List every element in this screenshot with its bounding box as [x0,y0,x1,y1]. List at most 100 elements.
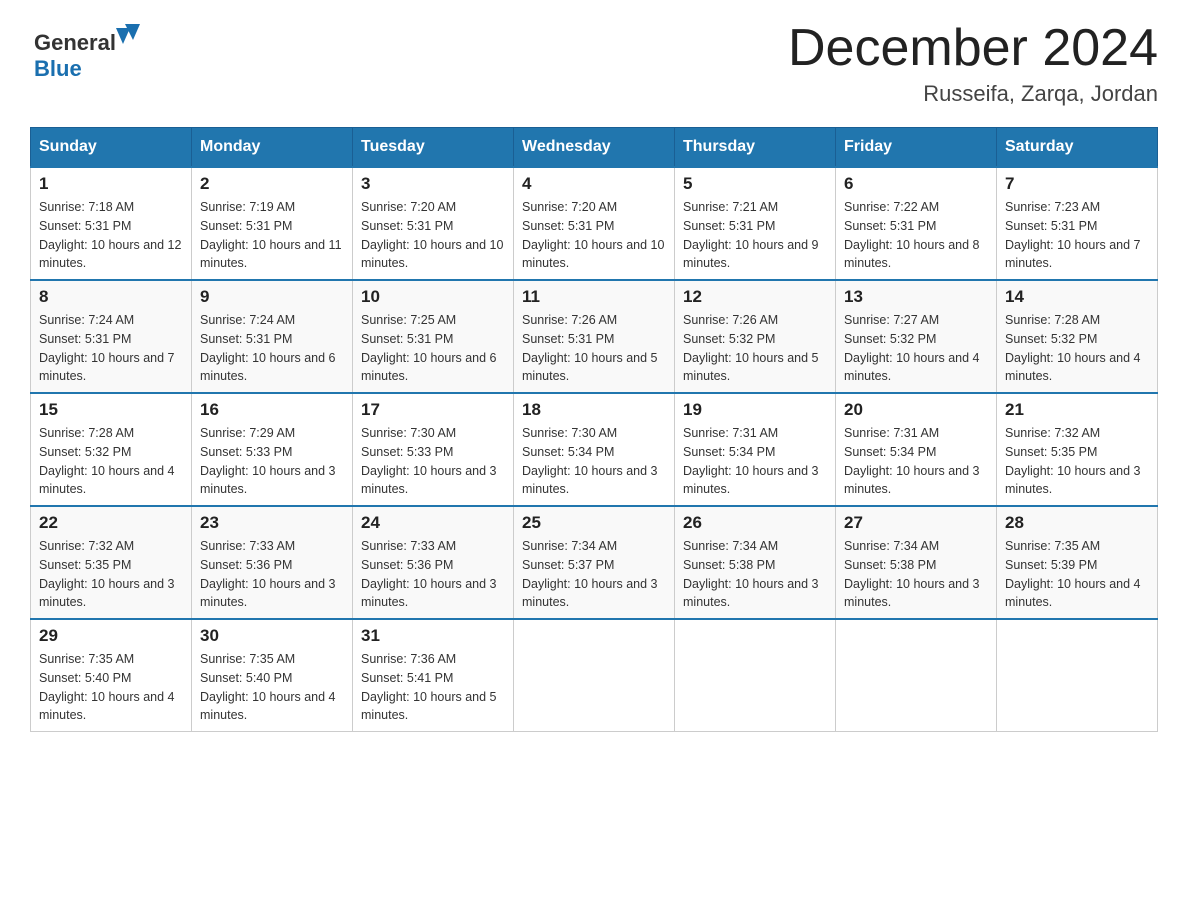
title-block: December 2024 Russeifa, Zarqa, Jordan [788,20,1158,107]
day-info: Sunrise: 7:18 AMSunset: 5:31 PMDaylight:… [39,198,183,273]
day-number: 19 [683,400,827,420]
column-header-thursday: Thursday [675,128,836,168]
calendar-cell: 25 Sunrise: 7:34 AMSunset: 5:37 PMDayligh… [514,506,675,619]
calendar-cell [514,619,675,732]
calendar-cell: 6Sunrise: 7:22 AMSunset: 5:31 PMDaylight… [836,167,997,280]
calendar-week-row: 15Sunrise: 7:28 AMSunset: 5:32 PMDayligh… [31,393,1158,506]
calendar-cell: 21 Sunrise: 7:32 AMSunset: 5:35 PMDayligh… [997,393,1158,506]
column-header-saturday: Saturday [997,128,1158,168]
day-number: 10 [361,287,505,307]
calendar-cell [675,619,836,732]
calendar-cell: 20 Sunrise: 7:31 AMSunset: 5:34 PMDayligh… [836,393,997,506]
calendar-cell: 16 Sunrise: 7:29 AMSunset: 5:33 PMDayligh… [192,393,353,506]
day-info: Sunrise: 7:22 AMSunset: 5:31 PMDaylight:… [844,198,988,273]
calendar-table: SundayMondayTuesdayWednesdayThursdayFrid… [30,127,1158,732]
calendar-cell: 17Sunrise: 7:30 AMSunset: 5:33 PMDayligh… [353,393,514,506]
day-number: 16 [200,400,344,420]
day-number: 3 [361,174,505,194]
day-number: 5 [683,174,827,194]
logo: General Blue [30,20,150,90]
day-number: 12 [683,287,827,307]
calendar-cell: 12Sunrise: 7:26 AMSunset: 5:32 PMDayligh… [675,280,836,393]
day-info: Sunrise: 7:32 AMSunset: 5:35 PMDaylight:… [1005,424,1149,499]
day-number: 13 [844,287,988,307]
day-info: Sunrise: 7:26 AMSunset: 5:31 PMDaylight:… [522,311,666,386]
svg-text:General: General [34,30,116,55]
calendar-week-row: 1Sunrise: 7:18 AMSunset: 5:31 PMDaylight… [31,167,1158,280]
day-info: Sunrise: 7:19 AMSunset: 5:31 PMDaylight:… [200,198,344,273]
day-number: 22 [39,513,183,533]
calendar-cell: 2 Sunrise: 7:19 AMSunset: 5:31 PMDaylight… [192,167,353,280]
day-number: 27 [844,513,988,533]
calendar-cell: 13 Sunrise: 7:27 AMSunset: 5:32 PMDayligh… [836,280,997,393]
column-header-sunday: Sunday [31,128,192,168]
day-info: Sunrise: 7:33 AMSunset: 5:36 PMDaylight:… [361,537,505,612]
calendar-cell: 23 Sunrise: 7:33 AMSunset: 5:36 PMDayligh… [192,506,353,619]
calendar-cell: 18Sunrise: 7:30 AMSunset: 5:34 PMDayligh… [514,393,675,506]
calendar-cell [997,619,1158,732]
day-number: 31 [361,626,505,646]
day-info: Sunrise: 7:24 AMSunset: 5:31 PMDaylight:… [200,311,344,386]
day-number: 29 [39,626,183,646]
calendar-cell: 30Sunrise: 7:35 AMSunset: 5:40 PMDayligh… [192,619,353,732]
calendar-week-row: 22Sunrise: 7:32 AMSunset: 5:35 PMDayligh… [31,506,1158,619]
day-number: 7 [1005,174,1149,194]
calendar-cell: 29 Sunrise: 7:35 AMSunset: 5:40 PMDayligh… [31,619,192,732]
day-number: 30 [200,626,344,646]
day-number: 28 [1005,513,1149,533]
column-header-wednesday: Wednesday [514,128,675,168]
svg-text:Blue: Blue [34,56,82,81]
day-info: Sunrise: 7:30 AMSunset: 5:33 PMDaylight:… [361,424,505,499]
day-number: 23 [200,513,344,533]
location-title: Russeifa, Zarqa, Jordan [788,81,1158,107]
day-number: 21 [1005,400,1149,420]
day-info: Sunrise: 7:21 AMSunset: 5:31 PMDaylight:… [683,198,827,273]
day-info: Sunrise: 7:34 AMSunset: 5:37 PMDaylight:… [522,537,666,612]
day-number: 14 [1005,287,1149,307]
calendar-cell: 28 Sunrise: 7:35 AMSunset: 5:39 PMDayligh… [997,506,1158,619]
day-info: Sunrise: 7:36 AMSunset: 5:41 PMDaylight:… [361,650,505,725]
calendar-cell: 22Sunrise: 7:32 AMSunset: 5:35 PMDayligh… [31,506,192,619]
column-header-friday: Friday [836,128,997,168]
logo-svg: General Blue [30,20,150,90]
day-number: 25 [522,513,666,533]
day-number: 24 [361,513,505,533]
calendar-cell: 31 Sunrise: 7:36 AMSunset: 5:41 PMDayligh… [353,619,514,732]
day-info: Sunrise: 7:31 AMSunset: 5:34 PMDaylight:… [844,424,988,499]
day-number: 4 [522,174,666,194]
calendar-cell: 3 Sunrise: 7:20 AMSunset: 5:31 PMDaylight… [353,167,514,280]
calendar-cell: 1Sunrise: 7:18 AMSunset: 5:31 PMDaylight… [31,167,192,280]
day-info: Sunrise: 7:20 AMSunset: 5:31 PMDaylight:… [522,198,666,273]
day-info: Sunrise: 7:33 AMSunset: 5:36 PMDaylight:… [200,537,344,612]
day-info: Sunrise: 7:35 AMSunset: 5:40 PMDaylight:… [39,650,183,725]
column-header-tuesday: Tuesday [353,128,514,168]
day-number: 11 [522,287,666,307]
calendar-week-row: 29 Sunrise: 7:35 AMSunset: 5:40 PMDayligh… [31,619,1158,732]
calendar-cell: 19Sunrise: 7:31 AMSunset: 5:34 PMDayligh… [675,393,836,506]
day-number: 20 [844,400,988,420]
calendar-cell: 4 Sunrise: 7:20 AMSunset: 5:31 PMDaylight… [514,167,675,280]
column-header-monday: Monday [192,128,353,168]
calendar-cell: 8 Sunrise: 7:24 AMSunset: 5:31 PMDaylight… [31,280,192,393]
day-info: Sunrise: 7:25 AMSunset: 5:31 PMDaylight:… [361,311,505,386]
day-info: Sunrise: 7:27 AMSunset: 5:32 PMDaylight:… [844,311,988,386]
day-number: 8 [39,287,183,307]
day-info: Sunrise: 7:29 AMSunset: 5:33 PMDaylight:… [200,424,344,499]
calendar-cell [836,619,997,732]
calendar-cell: 26Sunrise: 7:34 AMSunset: 5:38 PMDayligh… [675,506,836,619]
calendar-cell: 9 Sunrise: 7:24 AMSunset: 5:31 PMDaylight… [192,280,353,393]
calendar-cell: 7Sunrise: 7:23 AMSunset: 5:31 PMDaylight… [997,167,1158,280]
day-info: Sunrise: 7:35 AMSunset: 5:39 PMDaylight:… [1005,537,1149,612]
month-title: December 2024 [788,20,1158,77]
page-header: General Blue December 2024 Russeifa, Zar… [30,20,1158,107]
day-number: 9 [200,287,344,307]
day-number: 2 [200,174,344,194]
calendar-cell: 5 Sunrise: 7:21 AMSunset: 5:31 PMDaylight… [675,167,836,280]
day-info: Sunrise: 7:34 AMSunset: 5:38 PMDaylight:… [683,537,827,612]
day-info: Sunrise: 7:20 AMSunset: 5:31 PMDaylight:… [361,198,505,273]
calendar-cell: 27 Sunrise: 7:34 AMSunset: 5:38 PMDayligh… [836,506,997,619]
day-info: Sunrise: 7:34 AMSunset: 5:38 PMDaylight:… [844,537,988,612]
calendar-cell: 15Sunrise: 7:28 AMSunset: 5:32 PMDayligh… [31,393,192,506]
calendar-cell: 11 Sunrise: 7:26 AMSunset: 5:31 PMDayligh… [514,280,675,393]
day-info: Sunrise: 7:24 AMSunset: 5:31 PMDaylight:… [39,311,183,386]
